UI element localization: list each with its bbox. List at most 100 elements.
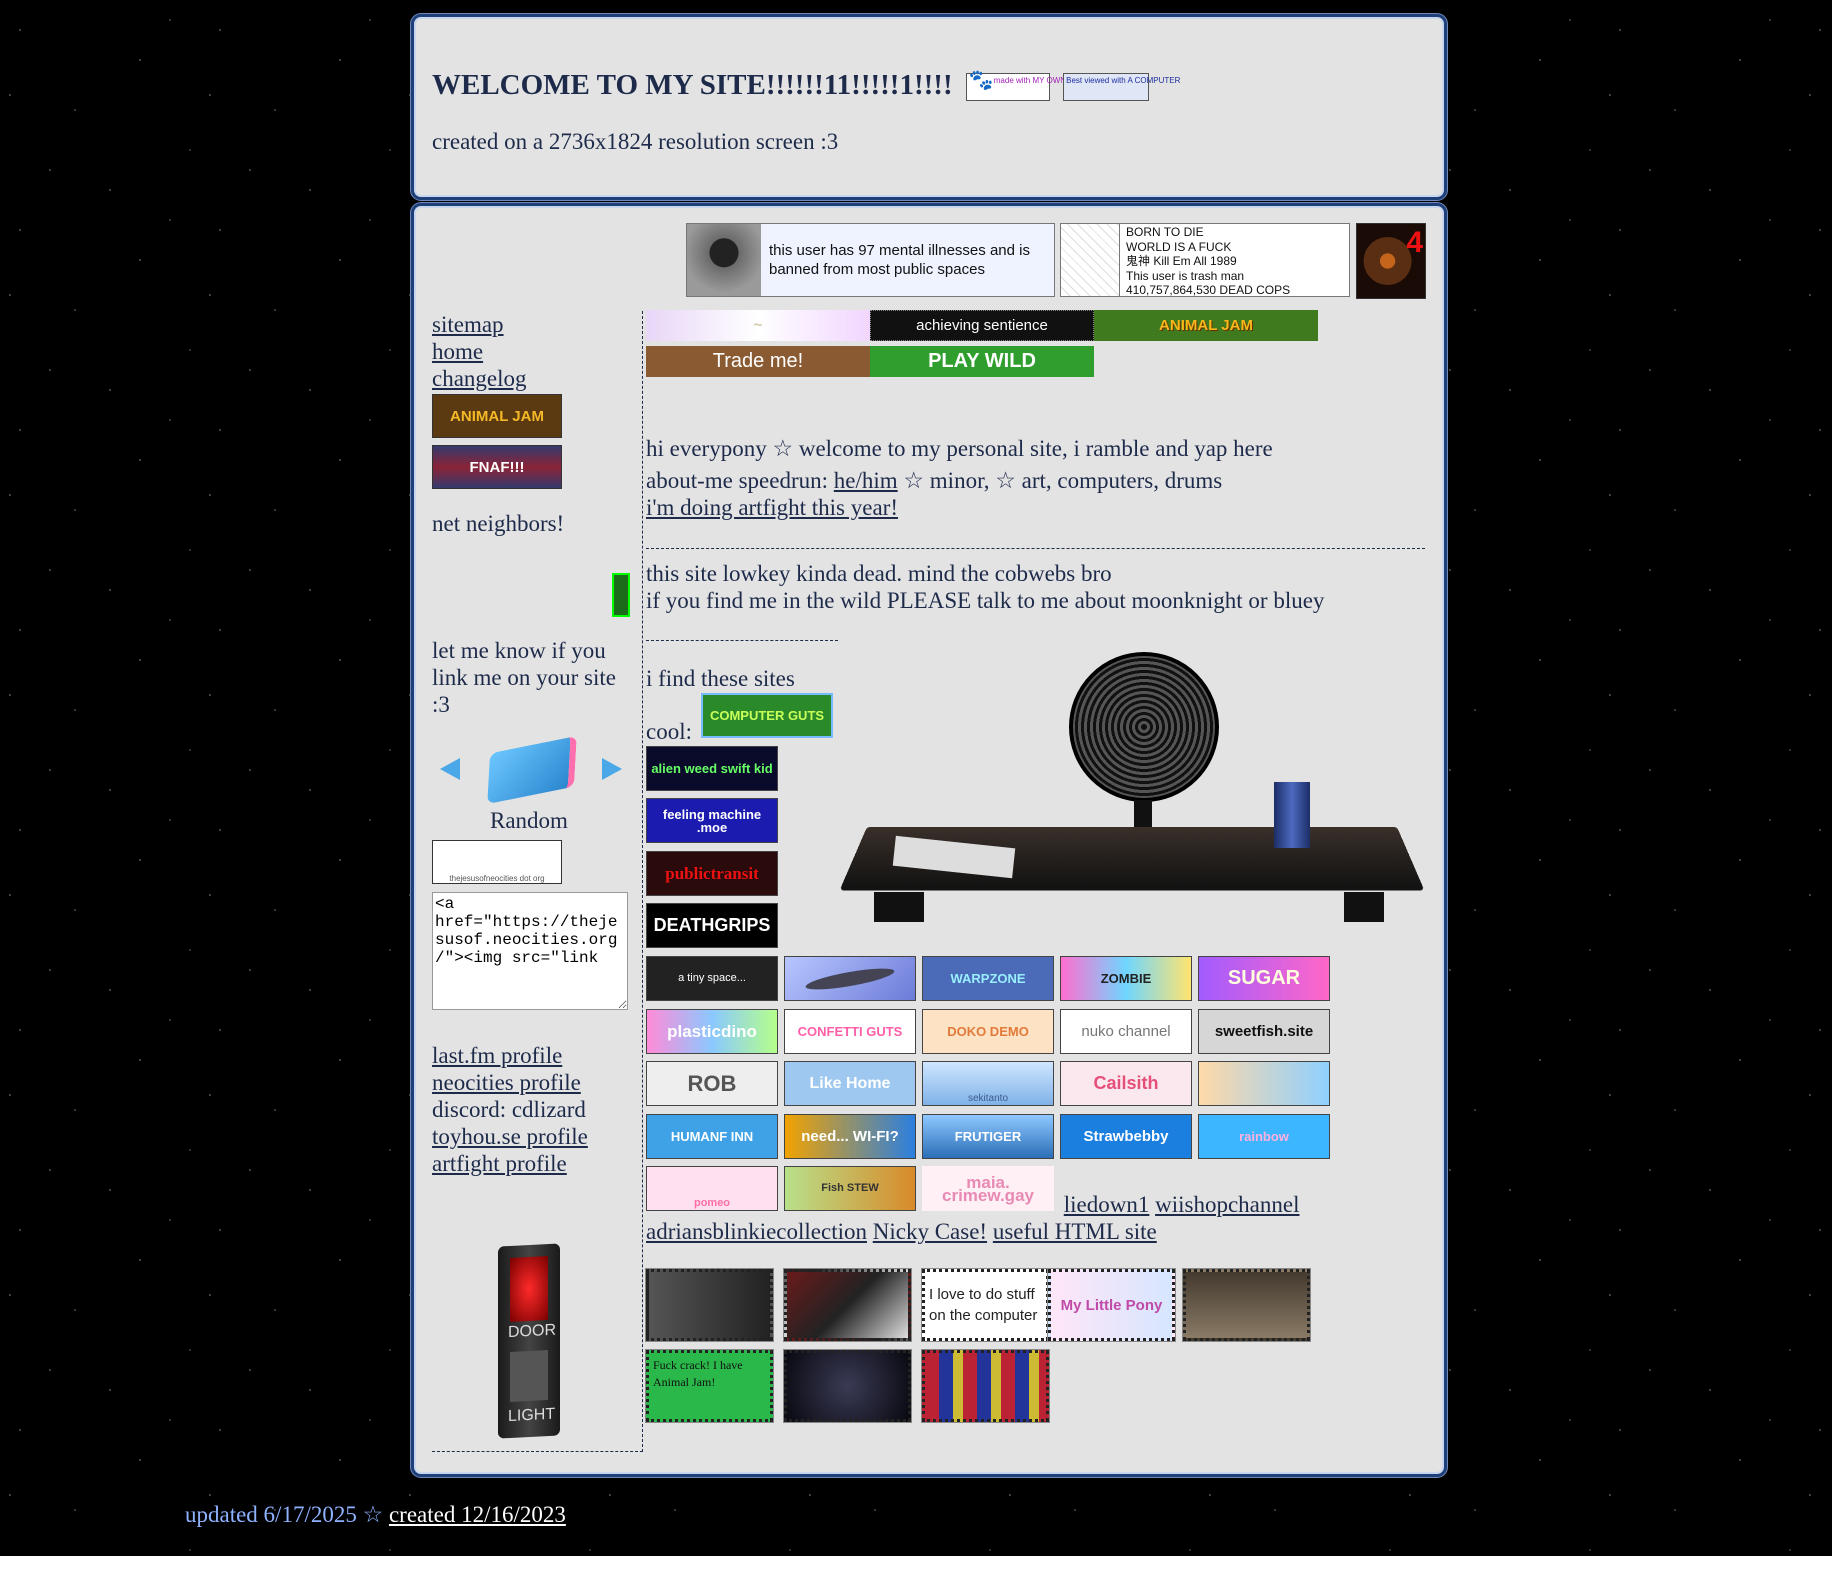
- webring: Random: [432, 734, 642, 833]
- button-like-home[interactable]: Like Home: [784, 1061, 916, 1106]
- desk-cup-icon: [1274, 782, 1310, 848]
- neocities-link[interactable]: neocities profile: [432, 1069, 642, 1096]
- button-sekitanto[interactable]: sekitanto: [922, 1061, 1054, 1106]
- liedown1-link[interactable]: liedown1: [1064, 1192, 1150, 1217]
- fan-icon: [1069, 652, 1219, 802]
- stamp-red-wolf: [783, 1268, 912, 1342]
- stamp-dark-office: [783, 1349, 912, 1423]
- banner-animal-jam[interactable]: ANIMAL JAM: [1094, 310, 1318, 341]
- net-neighbors-heading: net neighbors!: [432, 511, 565, 536]
- button-deathgrips[interactable]: DEATHGRIPS: [646, 903, 778, 948]
- divider-2: [646, 640, 838, 641]
- light-label: LIGHT: [508, 1405, 556, 1426]
- paws-badge: 🐾made with MY OWN TWO PAWS: [965, 71, 1112, 102]
- light-button[interactable]: [510, 1350, 548, 1402]
- banner-achieving-sentience[interactable]: achieving sentience: [870, 310, 1094, 341]
- nav-changelog[interactable]: changelog: [432, 365, 642, 392]
- snoopy-drawing-icon: [1061, 224, 1120, 296]
- button-dolphin[interactable]: [784, 956, 916, 1001]
- talk-to-me-text: if you find me in the wild PLEASE talk t…: [646, 588, 1325, 613]
- lastfm-link[interactable]: last.fm profile: [432, 1042, 642, 1069]
- embed-code-textarea[interactable]: <a href="https://thejesusof.neocities.or…: [432, 892, 628, 1010]
- button-alien-weed[interactable]: alien weed swift kid: [646, 746, 778, 791]
- nav-home[interactable]: home: [432, 338, 642, 365]
- userbox-born-text: BORN TO DIE WORLD IS A FUCK 鬼神 Kill Em A…: [1126, 225, 1291, 297]
- page-bottom-strip: [0, 1556, 1832, 1583]
- stamp-animal-jam: Fuck crack! I have Animal Jam!: [645, 1349, 774, 1423]
- webring-next-arrow-icon[interactable]: [602, 758, 622, 780]
- button-tiny-space[interactable]: a tiny space...: [646, 956, 778, 1001]
- useful-html-site-link[interactable]: useful HTML site: [993, 1219, 1157, 1244]
- computer-badge: Best viewed with A COMPUTER: [1063, 73, 1180, 102]
- sidebar-fnaf-button[interactable]: FNAF!!!: [432, 445, 562, 489]
- button-computer-guts[interactable]: COMPUTER GUTS: [701, 693, 833, 738]
- nicky-case-link[interactable]: Nicky Case!: [873, 1219, 987, 1244]
- adriansblinkiecollection-link[interactable]: adriansblinkiecollection: [646, 1219, 867, 1244]
- discord-handle: discord: cdlizard: [432, 1097, 586, 1122]
- button-anime-character[interactable]: [1198, 1061, 1330, 1106]
- wiishopchannel-link[interactable]: wiishopchannel: [1155, 1192, 1299, 1217]
- door-light-switch[interactable]: DOOR LIGHT: [498, 1243, 560, 1439]
- my-site-button[interactable]: thejesusofneocities dot org: [432, 840, 562, 884]
- cat-photo-icon: [687, 224, 761, 296]
- button-warpzone[interactable]: WARPZONE: [922, 956, 1054, 1001]
- artfight-year-link[interactable]: i'm doing artfight this year!: [646, 495, 898, 521]
- userbox-born-to-die: BORN TO DIE WORLD IS A FUCK 鬼神 Kill Em A…: [1060, 223, 1350, 297]
- button-wifi[interactable]: need... WI-FI?: [784, 1114, 916, 1159]
- site-title-text: WELCOME TO MY SITE!!!!!!11!!!!!1!!!!: [432, 69, 953, 101]
- button-frutiger[interactable]: FRUTIGER: [922, 1114, 1054, 1159]
- button-cailsith[interactable]: Cailsith: [1060, 1061, 1192, 1106]
- footer: updated 6/17/2025 ☆ created 12/16/2023: [185, 1502, 566, 1528]
- desk-leg-right: [1344, 892, 1384, 922]
- button-rainbow[interactable]: rainbow: [1198, 1114, 1330, 1159]
- artfight-link[interactable]: artfight profile: [432, 1150, 642, 1177]
- desk-leg-left: [874, 892, 924, 922]
- intro-text: hi everypony ☆ welcome to my personal si…: [646, 436, 1273, 461]
- toyhouse-link[interactable]: toyhou.se profile: [432, 1123, 642, 1150]
- about-line: about-me speedrun: he/him ☆ minor, ☆ art…: [646, 468, 1223, 493]
- neighbor-button-partial[interactable]: [612, 573, 630, 617]
- dolphin-icon: [804, 963, 896, 994]
- webring-book-icon[interactable]: [487, 735, 577, 805]
- pronouns-link[interactable]: he/him: [834, 468, 898, 493]
- profile-links: last.fm profile neocities profile discor…: [432, 1042, 642, 1177]
- banner-mew[interactable]: ~: [646, 310, 870, 341]
- door-button-red[interactable]: [510, 1256, 548, 1322]
- updated-date: updated 6/17/2025 ☆: [185, 1502, 384, 1527]
- button-plasticdino[interactable]: plasticdino: [646, 1009, 778, 1054]
- page-subtitle: created on a 2736x1824 resolution screen…: [432, 129, 839, 154]
- button-doko-demo[interactable]: DOKO DEMO: [922, 1009, 1054, 1054]
- stamp-computer: I love to do stuff on the computer: [921, 1268, 1050, 1342]
- stamp-my-little-pony: My Little Pony: [1047, 1268, 1176, 1342]
- text-links: liedown1 wiishopchannel adriansblinkieco…: [646, 1191, 1426, 1245]
- webring-prev-arrow-icon[interactable]: [440, 758, 460, 780]
- sidebar: sitemap home changelog ANIMAL JAM FNAF!!…: [432, 311, 643, 1452]
- divider-1: [646, 548, 1425, 549]
- button-nuko-channel[interactable]: nuko channel: [1060, 1009, 1192, 1054]
- nav-sitemap[interactable]: sitemap: [432, 311, 642, 338]
- header-panel: WELCOME TO MY SITE!!!!!!11!!!!!1!!!! 🐾ma…: [411, 14, 1447, 200]
- button-sweetfish[interactable]: sweetfish.site: [1198, 1009, 1330, 1054]
- userbox-mental-text: this user has 97 mental illnesses and is…: [769, 242, 1030, 278]
- stamp-cat-computer: [1182, 1268, 1311, 1342]
- sites-heading-2: cool:: [646, 719, 692, 744]
- site-title: WELCOME TO MY SITE!!!!!!11!!!!!1!!!! 🐾ma…: [432, 69, 1180, 102]
- stamp-pixel-characters: [921, 1349, 1050, 1423]
- webring-random-label[interactable]: Random: [490, 808, 568, 834]
- button-humanf-inn[interactable]: HUMANF INN: [646, 1114, 778, 1159]
- button-sugar[interactable]: SUGAR: [1198, 956, 1330, 1001]
- created-date-link[interactable]: created 12/16/2023: [389, 1502, 566, 1527]
- button-rob[interactable]: ROB: [646, 1061, 778, 1106]
- button-feeling-machine[interactable]: feeling machine .moe: [646, 798, 778, 843]
- dead-site-text: this site lowkey kinda dead. mind the co…: [646, 561, 1112, 586]
- sidebar-animal-jam-button[interactable]: ANIMAL JAM: [432, 394, 562, 438]
- door-label: DOOR: [508, 1321, 556, 1342]
- desk-fan-image: [839, 652, 1425, 942]
- sites-heading-1: i find these sites: [646, 666, 795, 691]
- button-strawbebby[interactable]: Strawbebby: [1060, 1114, 1192, 1159]
- banner-trade-me[interactable]: Trade me!: [646, 346, 870, 377]
- banner-play-wild[interactable]: PLAY WILD: [870, 346, 1094, 377]
- button-zombie[interactable]: ZOMBIE: [1060, 956, 1192, 1001]
- button-publictransit[interactable]: publictransit: [646, 851, 778, 896]
- button-confetti-guts[interactable]: CONFETTI GUTS: [784, 1009, 916, 1054]
